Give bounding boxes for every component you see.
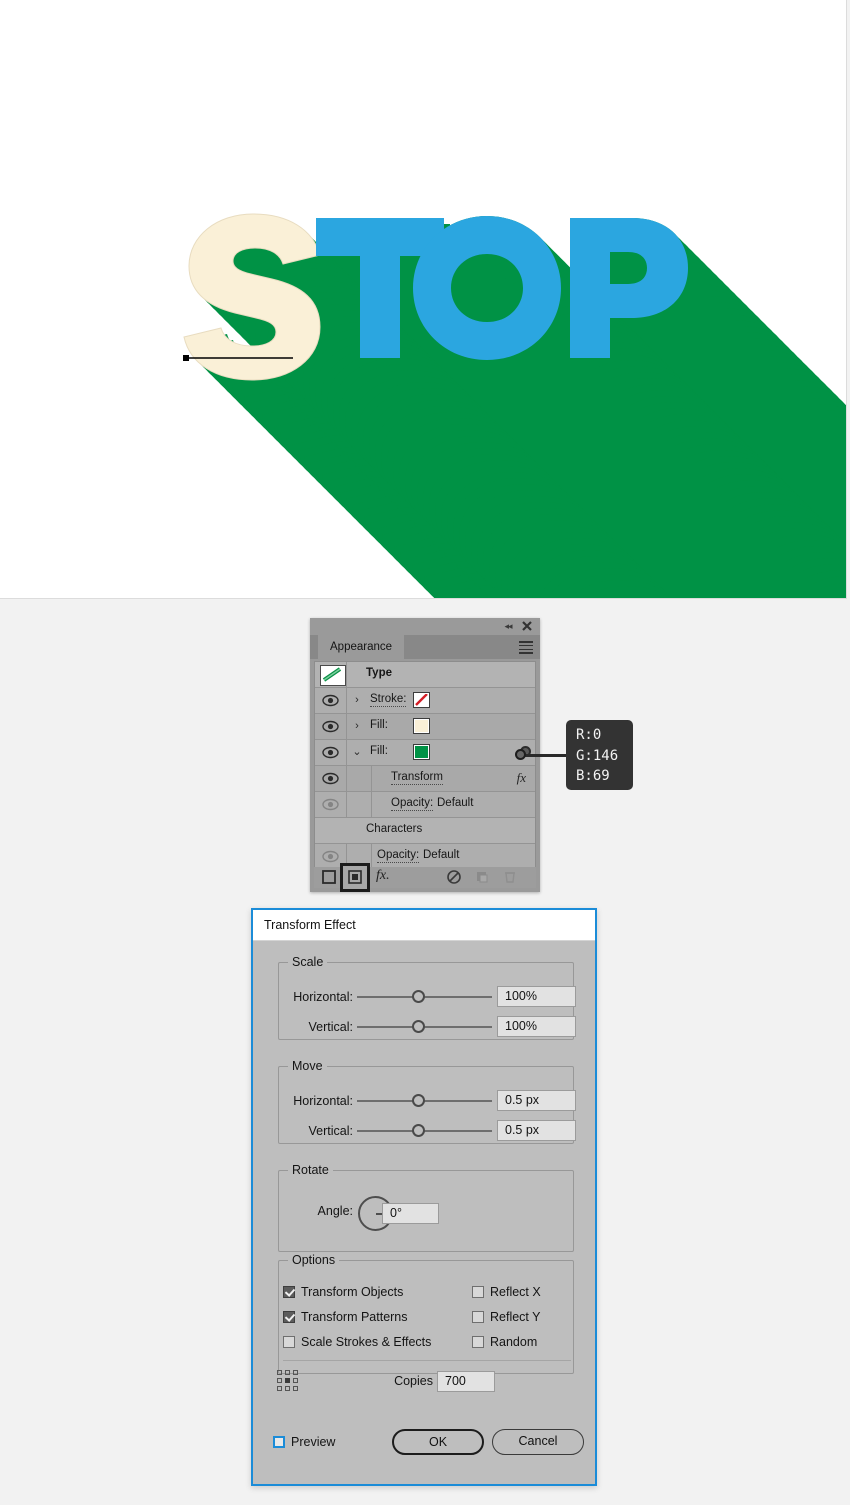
tab-appearance[interactable]: Appearance (318, 635, 405, 659)
stroke-swatch-none[interactable] (413, 692, 430, 708)
move-vertical-label: Vertical: (308, 1124, 353, 1138)
rotate-angle-label: Angle: (317, 1204, 353, 1218)
opacity-value: Default (423, 849, 460, 861)
visibility-eye-icon[interactable] (322, 850, 339, 863)
options-legend: Options (288, 1253, 340, 1267)
ok-button[interactable]: OK (392, 1429, 484, 1455)
checkbox-label: Reflect Y (490, 1310, 541, 1324)
scale-vertical-label: Vertical: (308, 1020, 353, 1034)
scale-horizontal-label: Horizontal: (293, 990, 353, 1004)
tooltip-b-value: B:69 (576, 768, 610, 784)
scale-horizontal-slider[interactable] (357, 990, 492, 1004)
stroke-label[interactable]: Stroke: (370, 693, 407, 707)
checkbox-label: Scale Strokes & Effects (301, 1335, 432, 1349)
move-vertical-slider[interactable] (357, 1124, 492, 1138)
add-new-effect-icon[interactable]: fx. (376, 868, 390, 884)
fill-label[interactable]: Fill: (370, 719, 388, 731)
opacity-value: Default (437, 797, 474, 809)
visibility-eye-icon[interactable] (322, 772, 339, 785)
appearance-panel[interactable]: ◂◂ Appearance Type › Stroke: › Fill: ⌄ F… (310, 618, 540, 892)
checkbox-label: Random (490, 1335, 538, 1349)
appearance-row-fill-cream[interactable]: › Fill: (315, 714, 535, 740)
appearance-panel-footer: fx. (314, 863, 536, 892)
checkbox-box[interactable] (472, 1336, 484, 1348)
checkbox-label: Transform Patterns (301, 1310, 408, 1324)
add-new-fill-icon[interactable] (348, 870, 362, 887)
add-new-stroke-icon[interactable] (322, 870, 336, 887)
scale-vertical-input[interactable]: 100% (497, 1016, 576, 1037)
callout-line (520, 754, 568, 757)
stop-artwork (183, 213, 846, 598)
move-horizontal-input[interactable]: 0.5 px (497, 1090, 576, 1111)
scale-horizontal-input[interactable]: 100% (497, 986, 576, 1007)
scale-vertical-slider[interactable] (357, 1020, 492, 1034)
appearance-row-stroke[interactable]: › Stroke: (315, 688, 535, 714)
checkbox-label: Transform Objects (301, 1285, 404, 1299)
tooltip-g-value: G:146 (576, 747, 619, 764)
transform-effect-dialog[interactable]: Transform Effect Scale Horizontal: 100% … (251, 908, 597, 1486)
fx-icon[interactable]: fx (517, 770, 526, 786)
path-anchor-point (183, 355, 189, 361)
appearance-row-transform[interactable]: Transform fx (315, 766, 535, 792)
chevron-right-icon[interactable]: › (351, 694, 363, 706)
fill-swatch-green[interactable] (413, 744, 430, 760)
characters-label: Characters (366, 823, 423, 835)
checkbox-label: Preview (291, 1435, 336, 1449)
appearance-row-opacity-1[interactable]: Opacity: Default (315, 792, 535, 818)
move-horizontal-slider[interactable] (357, 1094, 492, 1108)
color-value-tooltip: R:0 G:146 B:69 (566, 720, 633, 790)
move-horizontal-label: Horizontal: (293, 1094, 353, 1108)
fill-label[interactable]: Fill: (370, 745, 388, 757)
double-chevron-left-icon[interactable]: ◂◂ (502, 621, 514, 632)
scale-legend: Scale (288, 955, 328, 969)
checkbox-box[interactable] (273, 1436, 285, 1448)
rotate-legend: Rotate (288, 1163, 333, 1177)
copies-input[interactable]: 700 (437, 1371, 495, 1392)
visibility-eye-icon[interactable] (322, 720, 339, 733)
reference-point-grid-icon[interactable] (277, 1370, 301, 1391)
checkbox-box[interactable] (283, 1311, 295, 1323)
checkbox-box[interactable] (283, 1336, 295, 1348)
move-vertical-input[interactable]: 0.5 px (497, 1120, 576, 1141)
panel-titlebar[interactable]: ◂◂ (310, 618, 540, 635)
move-legend: Move (288, 1059, 327, 1073)
chevron-right-icon[interactable]: › (351, 720, 363, 732)
appearance-row-characters[interactable]: Characters (315, 818, 535, 844)
transform-effect-label[interactable]: Transform (391, 771, 443, 785)
delete-item-icon[interactable] (503, 870, 517, 887)
visibility-eye-icon[interactable] (322, 746, 339, 759)
type-thumbnail-icon (320, 665, 346, 686)
panel-tab-row[interactable]: Appearance (310, 635, 540, 659)
rotate-angle-input[interactable]: 0° (382, 1203, 439, 1224)
opacity-label[interactable]: Opacity: (377, 849, 420, 863)
long-shadow (184, 214, 846, 598)
tooltip-r-value: R:0 (576, 727, 602, 743)
appearance-row-fill-green[interactable]: ⌄ Fill: (315, 740, 535, 766)
checkbox-label: Reflect X (490, 1285, 541, 1299)
checkbox-box[interactable] (472, 1311, 484, 1323)
cancel-button[interactable]: Cancel (492, 1429, 584, 1455)
type-label: Type (366, 667, 392, 679)
dialog-title: Transform Effect (264, 918, 356, 932)
chevron-down-icon[interactable]: ⌄ (351, 746, 363, 758)
copies-label: Copies (394, 1374, 433, 1388)
opacity-label[interactable]: Opacity: (391, 797, 434, 811)
artboard-canvas[interactable] (0, 0, 847, 599)
panel-menu-icon[interactable] (519, 641, 533, 654)
fill-swatch-cream[interactable] (413, 718, 430, 734)
appearance-list: Type › Stroke: › Fill: ⌄ Fill: Transform… (314, 661, 536, 870)
appearance-row-type[interactable]: Type (315, 662, 535, 688)
checkbox-box[interactable] (283, 1286, 295, 1298)
close-icon[interactable] (521, 620, 533, 632)
clear-appearance-icon[interactable] (447, 870, 461, 887)
duplicate-item-icon[interactable] (475, 870, 489, 887)
letter-s (183, 213, 321, 381)
callout-anchor-dot (515, 749, 526, 760)
dialog-titlebar: Transform Effect (253, 910, 595, 941)
visibility-eye-icon[interactable] (322, 694, 339, 707)
visibility-eye-icon[interactable] (322, 798, 339, 811)
checkbox-box[interactable] (472, 1286, 484, 1298)
